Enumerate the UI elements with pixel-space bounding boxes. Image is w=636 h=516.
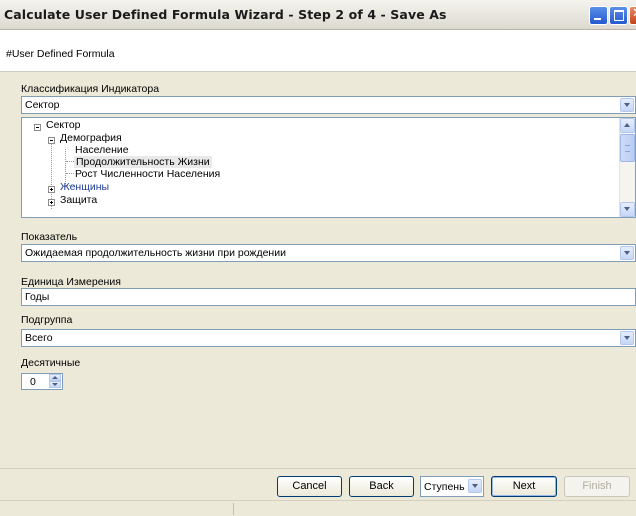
- back-button[interactable]: Back: [349, 476, 414, 497]
- footer-divider: [0, 468, 636, 469]
- indicator-combo[interactable]: Ожидаемая продолжительность жизни при ро…: [21, 244, 636, 262]
- scroll-down-icon[interactable]: [620, 202, 635, 217]
- indicator-combo-value: Ожидаемая продолжительность жизни при ро…: [25, 247, 286, 259]
- close-glyph: ✕: [632, 6, 636, 21]
- wizard-window: Calculate User Defined Formula Wizard - …: [0, 0, 636, 516]
- subgroup-label: Подгруппа: [21, 314, 73, 326]
- collapse-icon[interactable]: [34, 124, 41, 131]
- classification-tree[interactable]: Сектор Демография Население Продолжитель…: [21, 117, 636, 218]
- header-text: #User Defined Formula: [6, 48, 115, 60]
- classification-combo[interactable]: Сектор: [21, 96, 636, 114]
- indicator-label: Показатель: [21, 231, 78, 243]
- increment-icon[interactable]: [49, 374, 61, 381]
- step-select[interactable]: Ступень 2: [420, 476, 484, 497]
- chevron-down-icon[interactable]: [468, 479, 482, 493]
- scroll-thumb[interactable]: [620, 134, 635, 162]
- decimals-label: Десятичные: [21, 357, 81, 369]
- unit-field[interactable]: Годы: [21, 288, 636, 306]
- minimize-icon[interactable]: [589, 6, 608, 25]
- classification-combo-value: Сектор: [25, 99, 60, 111]
- status-bar: [0, 500, 636, 516]
- subgroup-combo-value: Всего: [25, 332, 53, 344]
- expand-icon[interactable]: [48, 199, 55, 206]
- chevron-down-icon[interactable]: [620, 246, 634, 260]
- form-panel: Классификация Индикатора Сектор Сектор Д…: [0, 72, 636, 468]
- unit-field-value: Годы: [25, 291, 50, 303]
- maximize-icon[interactable]: [609, 6, 628, 25]
- collapse-icon[interactable]: [48, 137, 55, 144]
- step-select-value: Ступень 2: [424, 481, 474, 493]
- expand-icon[interactable]: [48, 186, 55, 193]
- tree-node-life-expectancy[interactable]: Продолжительность Жизни: [74, 156, 212, 168]
- tree-node-population-growth[interactable]: Рост Численности Населения: [75, 168, 220, 180]
- subgroup-combo[interactable]: Всего: [21, 329, 636, 347]
- classification-label: Классификация Индикатора: [21, 83, 160, 95]
- chevron-down-icon[interactable]: [620, 331, 634, 345]
- scroll-up-icon[interactable]: [620, 118, 635, 133]
- decrement-icon[interactable]: [49, 381, 61, 388]
- next-button[interactable]: Next: [491, 476, 557, 497]
- finish-button[interactable]: Finish: [564, 476, 630, 497]
- tree-node-demography[interactable]: Демография: [60, 132, 122, 144]
- cancel-button[interactable]: Cancel: [277, 476, 342, 497]
- tree-scrollbar[interactable]: [619, 118, 635, 217]
- title-bar[interactable]: Calculate User Defined Formula Wizard - …: [0, 0, 636, 30]
- tree-node-women[interactable]: Женщины: [60, 181, 109, 193]
- unit-label: Единица Измерения: [21, 276, 121, 288]
- chevron-down-icon[interactable]: [620, 98, 634, 112]
- tree-node-sector[interactable]: Сектор: [46, 119, 81, 131]
- wizard-header: #User Defined Formula: [0, 30, 636, 72]
- window-title: Calculate User Defined Formula Wizard - …: [4, 7, 447, 22]
- tree-node-protection[interactable]: Защита: [60, 194, 97, 206]
- decimals-stepper[interactable]: 0: [21, 373, 63, 390]
- tree-node-population[interactable]: Население: [75, 144, 129, 156]
- close-icon[interactable]: ✕: [629, 6, 636, 25]
- decimals-value: 0: [30, 376, 36, 388]
